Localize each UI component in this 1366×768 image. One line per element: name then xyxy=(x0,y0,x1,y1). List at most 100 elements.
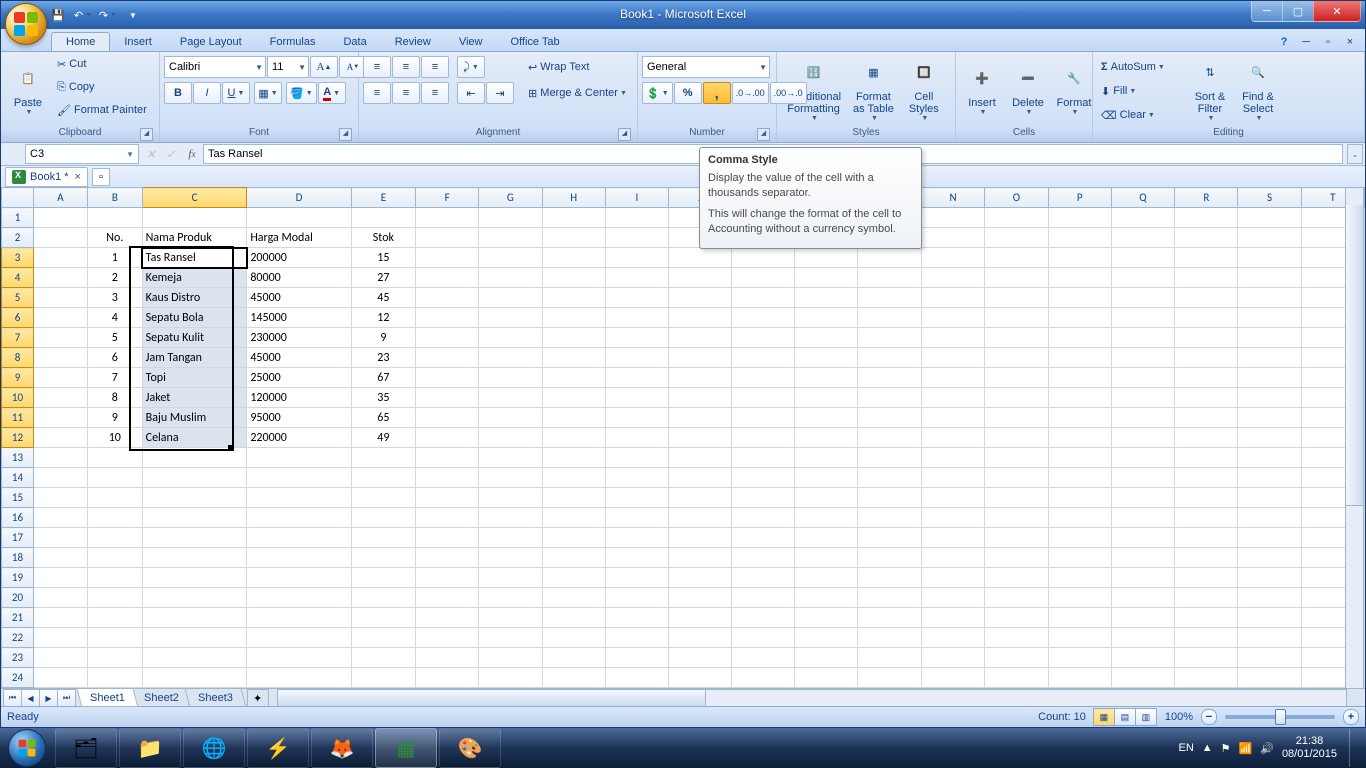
cell-K19[interactable] xyxy=(732,568,795,588)
taskbar-paint[interactable]: 🎨 xyxy=(439,728,501,768)
cell-F19[interactable] xyxy=(416,568,479,588)
align-top-button[interactable]: ≡ xyxy=(363,56,391,78)
cell-K5[interactable] xyxy=(732,288,795,308)
cell-P24[interactable] xyxy=(1048,668,1111,688)
cell-O12[interactable] xyxy=(985,428,1048,448)
zoom-percent[interactable]: 100% xyxy=(1165,711,1193,723)
cell-C8[interactable]: Jam Tangan xyxy=(142,348,247,368)
cell-B15[interactable] xyxy=(87,488,142,508)
cell-S10[interactable] xyxy=(1238,388,1301,408)
cell-F3[interactable] xyxy=(416,248,479,268)
cell-C11[interactable]: Baju Muslim xyxy=(142,408,247,428)
cell-I19[interactable] xyxy=(605,568,668,588)
fill-color-button[interactable]: 🪣▼ xyxy=(286,82,317,104)
cell-A3[interactable] xyxy=(33,248,87,268)
sheet-tab-sheet1[interactable]: Sheet1 xyxy=(77,689,139,707)
cell-J24[interactable] xyxy=(668,668,731,688)
cell-J11[interactable] xyxy=(668,408,731,428)
cell-S23[interactable] xyxy=(1238,648,1301,668)
vertical-scrollbar[interactable] xyxy=(1345,187,1364,689)
cell-B6[interactable]: 4 xyxy=(87,308,142,328)
cell-C1[interactable] xyxy=(142,208,247,228)
sheet-tab-sheet2[interactable]: Sheet2 xyxy=(130,689,192,707)
cell-J9[interactable] xyxy=(668,368,731,388)
cell-I14[interactable] xyxy=(605,468,668,488)
cell-R21[interactable] xyxy=(1175,608,1238,628)
cell-F14[interactable] xyxy=(416,468,479,488)
cell-D8[interactable]: 45000 xyxy=(247,348,351,368)
column-header-H[interactable]: H xyxy=(542,188,605,208)
cell-L3[interactable] xyxy=(795,248,858,268)
cell-G15[interactable] xyxy=(479,488,542,508)
cell-B2[interactable]: No. xyxy=(87,228,142,248)
cell-S3[interactable] xyxy=(1238,248,1301,268)
autosum-button[interactable]: Σ AutoSum▼ xyxy=(1097,56,1185,78)
cell-R13[interactable] xyxy=(1175,448,1238,468)
cell-H11[interactable] xyxy=(542,408,605,428)
cell-D2[interactable]: Harga Modal xyxy=(247,228,351,248)
cell-L15[interactable] xyxy=(795,488,858,508)
cell-H5[interactable] xyxy=(542,288,605,308)
cell-E13[interactable] xyxy=(351,448,415,468)
cell-E19[interactable] xyxy=(351,568,415,588)
cell-H15[interactable] xyxy=(542,488,605,508)
cell-A2[interactable] xyxy=(33,228,87,248)
tray-clock[interactable]: 21:3808/01/2015 xyxy=(1282,735,1337,761)
cell-J10[interactable] xyxy=(668,388,731,408)
cell-M21[interactable] xyxy=(858,608,922,628)
cell-O14[interactable] xyxy=(985,468,1048,488)
row-header-22[interactable]: 22 xyxy=(2,628,34,648)
cell-G19[interactable] xyxy=(479,568,542,588)
cell-D18[interactable] xyxy=(247,548,351,568)
cell-R17[interactable] xyxy=(1175,528,1238,548)
tray-lang[interactable]: EN xyxy=(1178,742,1193,754)
number-launcher[interactable]: ◢ xyxy=(757,128,770,141)
cell-O13[interactable] xyxy=(985,448,1048,468)
cell-Q6[interactable] xyxy=(1111,308,1174,328)
cut-button[interactable]: ✂ Cut xyxy=(53,54,157,74)
cell-M24[interactable] xyxy=(858,668,922,688)
clear-button[interactable]: ⌫ Clear▼ xyxy=(1097,104,1185,126)
cell-F24[interactable] xyxy=(416,668,479,688)
cell-D12[interactable]: 220000 xyxy=(247,428,351,448)
cell-C23[interactable] xyxy=(142,648,247,668)
wrap-text-button[interactable]: ↩ Wrap Text xyxy=(524,56,642,78)
cell-G3[interactable] xyxy=(479,248,542,268)
row-header-5[interactable]: 5 xyxy=(2,288,34,308)
copy-button[interactable]: ⎘ Copy xyxy=(53,77,157,97)
cell-J23[interactable] xyxy=(668,648,731,668)
taskbar-ie[interactable]: 🌐 xyxy=(183,728,245,768)
cell-H14[interactable] xyxy=(542,468,605,488)
cell-H16[interactable] xyxy=(542,508,605,528)
cell-I1[interactable] xyxy=(605,208,668,228)
tray-flag-icon[interactable]: ⚑ xyxy=(1221,742,1231,755)
cell-I10[interactable] xyxy=(605,388,668,408)
taskbar-winamp[interactable]: ⚡ xyxy=(247,728,309,768)
row-header-16[interactable]: 16 xyxy=(2,508,34,528)
cell-I11[interactable] xyxy=(605,408,668,428)
cell-S2[interactable] xyxy=(1238,228,1301,248)
row-header-20[interactable]: 20 xyxy=(2,588,34,608)
row-header-23[interactable]: 23 xyxy=(2,648,34,668)
cell-P11[interactable] xyxy=(1048,408,1111,428)
cell-O3[interactable] xyxy=(985,248,1048,268)
office-button[interactable] xyxy=(5,3,47,45)
cell-O5[interactable] xyxy=(985,288,1048,308)
taskbar-explorer[interactable]: 📁 xyxy=(119,728,181,768)
column-header-N[interactable]: N xyxy=(921,188,984,208)
save-button[interactable]: 💾 xyxy=(47,4,69,26)
cell-C6[interactable]: Sepatu Bola xyxy=(142,308,247,328)
cell-K10[interactable] xyxy=(732,388,795,408)
cell-O18[interactable] xyxy=(985,548,1048,568)
cell-G8[interactable] xyxy=(479,348,542,368)
paste-button[interactable]: 📋 Paste▼ xyxy=(5,54,51,126)
cell-H24[interactable] xyxy=(542,668,605,688)
cell-A23[interactable] xyxy=(33,648,87,668)
sheet-nav-prev[interactable]: ◀ xyxy=(21,689,40,707)
border-button[interactable]: ▦▼ xyxy=(254,82,282,104)
cell-M10[interactable] xyxy=(858,388,922,408)
cell-L16[interactable] xyxy=(795,508,858,528)
cell-N22[interactable] xyxy=(921,628,984,648)
cell-G14[interactable] xyxy=(479,468,542,488)
cell-K20[interactable] xyxy=(732,588,795,608)
